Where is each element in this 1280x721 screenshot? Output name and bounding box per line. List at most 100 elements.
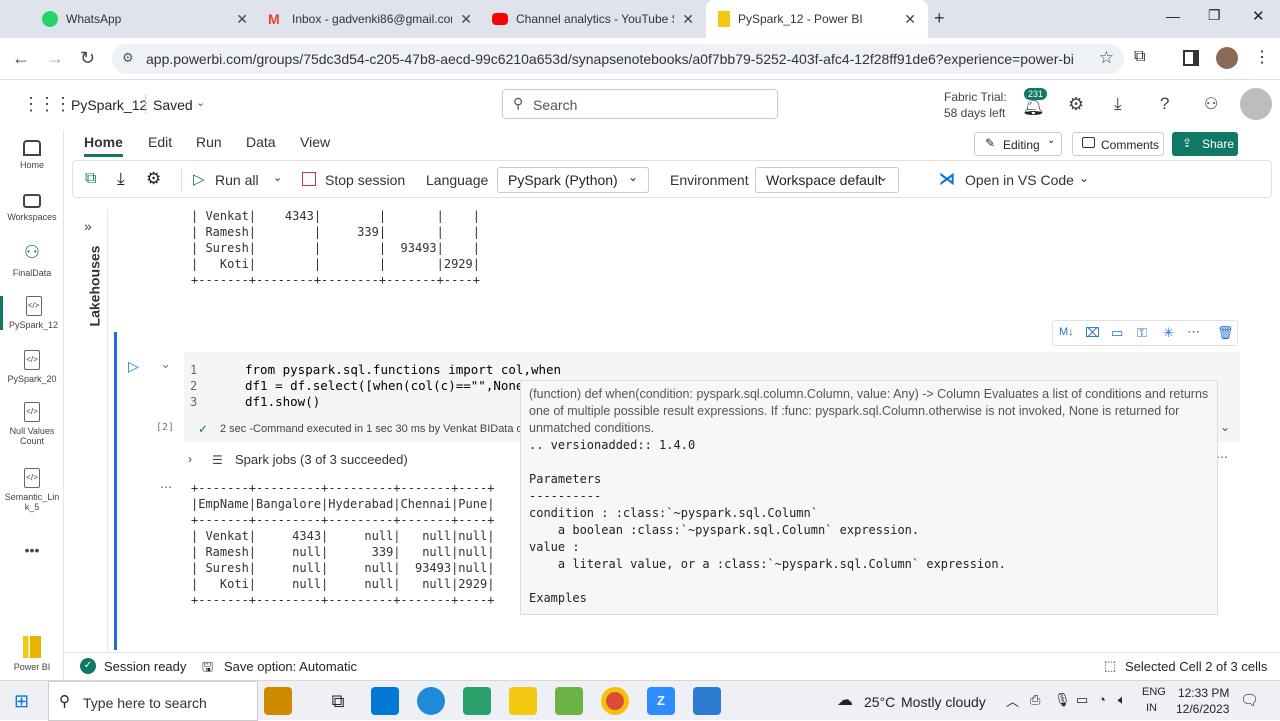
chevron-down-icon[interactable]: ⌄ [1220,420,1230,434]
more-icon[interactable]: ⋯ [1187,324,1200,340]
chevron-down-icon[interactable]: ⌄ [273,171,282,184]
mail-icon[interactable] [371,687,399,715]
collapse-icon[interactable]: ⌧ [1085,325,1100,341]
profile-avatar[interactable] [1216,47,1238,69]
input-language[interactable]: ENG [1142,686,1166,698]
settings-gear-icon[interactable]: ⚙ [146,169,161,189]
rail-semantic-link[interactable]: </> Semantic_Link_5 [0,468,64,512]
feedback-icon[interactable]: ⚇ [1204,94,1218,114]
tab-data[interactable]: Data [246,134,276,150]
language-select[interactable]: PySpark (Python) ⌄ [497,167,649,193]
chrome-icon[interactable] [601,687,629,715]
visual-studio-icon[interactable] [463,687,491,715]
share-button[interactable]: ⇪ Share [1172,132,1238,156]
comment-icon[interactable]: ▭ [1111,325,1123,341]
forward-icon[interactable]: → [46,48,64,69]
output-more-icon[interactable]: ⋯ [160,480,172,494]
close-window-icon[interactable]: ✕ [1252,7,1265,25]
tab-youtube[interactable]: Channel analytics - YouTube Studio ✕ [480,0,706,38]
weather-status[interactable]: Mostly cloudy [901,694,986,710]
battery-icon[interactable]: ▭ [1076,692,1088,708]
expand-chevrons-icon[interactable]: » [84,218,92,234]
tab-home[interactable]: Home [84,134,123,157]
rail-null-values[interactable]: </> Null Values Count [0,402,64,446]
app-launcher-icon[interactable]: ⋮⋮⋮ [22,94,72,115]
rail-pyspark20[interactable]: </> PySpark_20 [0,350,64,384]
saved-status[interactable]: Saved [153,97,193,113]
taskbar-app-icon[interactable] [264,687,292,715]
notifications-icon[interactable]: 🗨︎ [1240,691,1259,709]
file-explorer-icon[interactable] [509,687,537,715]
zoom-icon[interactable]: Z [647,687,675,715]
close-tab-icon[interactable]: ✕ [236,11,248,28]
tab-whatsapp[interactable]: WhatsApp ✕ [30,0,260,38]
chevron-down-icon[interactable]: ⌄ [160,356,171,372]
comments-button[interactable]: Comments [1072,132,1164,156]
notebook-settings-icon[interactable]: ⧉ [85,170,96,188]
extensions-icon[interactable]: ⧉ [1134,48,1145,66]
wifi-icon[interactable]: ◔ [1098,692,1106,707]
download-icon[interactable]: ⤓ [1114,94,1122,114]
tab-gmail[interactable]: M Inbox - gadvenki86@gmail.com ✕ [256,0,484,38]
markdown-icon[interactable]: M↓ [1059,326,1074,338]
rail-powerbi[interactable]: Power BI [0,636,64,672]
temperature[interactable]: 25°C [864,694,895,710]
stop-session-button[interactable]: Stop session [325,172,405,188]
run-all-button[interactable]: Run all [215,172,259,188]
close-tab-icon[interactable]: ✕ [904,11,916,28]
edge-icon[interactable] [417,687,445,715]
show-hidden-icons[interactable]: ︿ [1006,691,1019,710]
system-tray-icon[interactable]: ⎙ [1030,692,1040,708]
windows-start-icon[interactable]: ⊞ [14,691,29,712]
bookmark-star-icon[interactable]: ☆ [1099,48,1114,68]
site-info-icon[interactable]: ⚙ [122,50,134,66]
rail-home[interactable]: Home [0,136,64,170]
photos-icon[interactable] [693,687,721,715]
code-editor[interactable]: from pyspark.sql.functions import col,wh… [245,362,561,410]
save-option[interactable]: Save option: Automatic [224,659,357,674]
tab-edit[interactable]: Edit [148,134,172,150]
help-icon[interactable]: ? [1160,94,1169,114]
editing-mode-button[interactable]: ✎ Editing ⌄ [974,132,1062,156]
user-avatar[interactable] [1240,88,1272,120]
task-view-icon[interactable]: ⧉ [324,687,352,715]
run-cell-icon[interactable]: ▷ [128,358,139,375]
new-tab-icon[interactable]: + [934,8,945,29]
open-vscode-button[interactable]: Open in VS Code [965,172,1074,188]
notebook-name[interactable]: PySpark_12 [71,97,147,113]
microphone-icon[interactable]: 🎙︎ [1054,692,1071,708]
tab-powerbi[interactable]: PySpark_12 - Power BI ✕ [706,0,928,38]
lakehouse-panel-collapsed[interactable]: » Lakehouses [72,210,108,650]
settings-gear-icon[interactable]: ⚙ [1068,94,1084,115]
url-field[interactable]: ⚙ app.powerbi.com/groups/75dc3d54-c205-4… [112,44,1124,74]
chevron-down-icon[interactable]: ⌄ [196,96,205,109]
spark-jobs-summary[interactable]: Spark jobs (3 of 3 succeeded) [235,452,408,467]
sidebar-icon[interactable] [1183,50,1199,66]
rail-finaldata[interactable]: ⚇ FinalData [0,242,64,278]
freeze-icon[interactable]: ✳ [1163,325,1174,341]
taskbar-search[interactable]: ⚲ Type here to search [48,681,258,721]
volume-icon[interactable]: 🔈︎ [1118,692,1126,708]
back-icon[interactable]: ← [12,48,30,69]
reload-icon[interactable]: ↻ [80,48,95,69]
chevron-right-icon[interactable]: › [188,452,192,466]
rail-pyspark12[interactable]: </> PySpark_12 [0,296,64,330]
minimize-icon[interactable]: — [1166,8,1180,24]
environment-select[interactable]: Workspace default ⌄ [755,167,899,193]
search-box[interactable]: ⚲ Search [502,89,778,119]
lock-icon[interactable]: ⚿ [1137,325,1147,341]
session-status[interactable]: Session ready [104,659,186,674]
download-icon[interactable]: ⤓ [117,169,125,189]
rail-workspaces[interactable]: Workspaces [0,190,64,222]
chevron-down-icon[interactable]: ⌄ [1079,171,1089,185]
rail-more-icon[interactable]: ••• [0,542,64,558]
tab-view[interactable]: View [300,134,330,150]
close-tab-icon[interactable]: ✕ [682,11,694,28]
close-tab-icon[interactable]: ✕ [460,11,472,28]
delete-icon[interactable]: 🗑︎ [1217,325,1234,341]
more-menu-icon[interactable]: ⋮ [1254,47,1270,67]
maximize-icon[interactable]: ❐ [1208,7,1221,24]
app-icon[interactable] [555,687,583,715]
tab-run[interactable]: Run [196,134,222,150]
clock-time[interactable]: 12:33 PM [1178,686,1229,700]
